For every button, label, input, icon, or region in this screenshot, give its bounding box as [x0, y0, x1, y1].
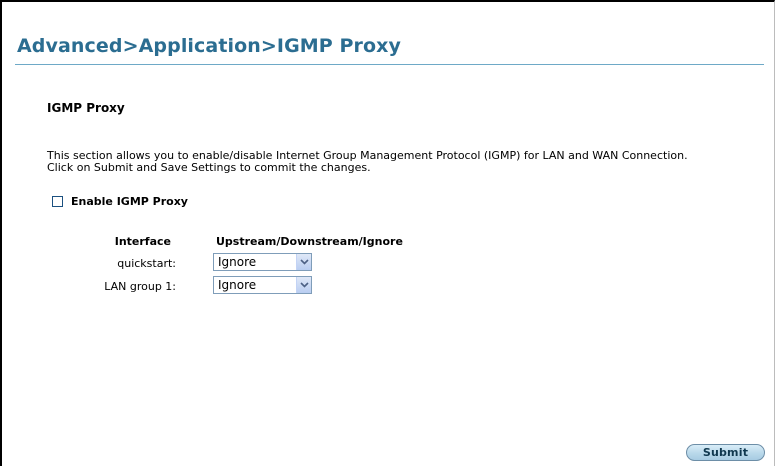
interface-column-header: Interface	[114, 235, 171, 248]
mode-column-header: Upstream/Downstream/Ignore	[216, 235, 403, 248]
enable-igmp-checkbox[interactable]	[52, 195, 63, 207]
chevron-down-icon[interactable]	[296, 277, 311, 293]
section-heading: IGMP Proxy	[47, 101, 125, 115]
submit-button[interactable]: Submit	[686, 444, 765, 461]
interface-label-lan-group-1: LAN group 1:	[104, 280, 176, 293]
content-frame	[0, 0, 775, 466]
enable-igmp-row[interactable]: Enable IGMP Proxy	[52, 194, 188, 208]
page-title: Advanced>Application>IGMP Proxy	[17, 35, 402, 57]
mode-select-quickstart[interactable]: Ignore	[213, 253, 312, 271]
chevron-down-icon[interactable]	[296, 254, 311, 270]
interface-label-quickstart: quickstart:	[117, 257, 176, 270]
section-description: This section allows you to enable/disabl…	[47, 150, 747, 174]
enable-igmp-label: Enable IGMP Proxy	[71, 194, 188, 208]
description-line-2: Click on Submit and Save Settings to com…	[47, 161, 371, 174]
mode-select-lan-group-1[interactable]: Ignore	[213, 276, 312, 294]
mode-select-value: Ignore	[218, 278, 257, 292]
title-divider	[15, 64, 764, 65]
mode-select-value: Ignore	[218, 255, 257, 269]
